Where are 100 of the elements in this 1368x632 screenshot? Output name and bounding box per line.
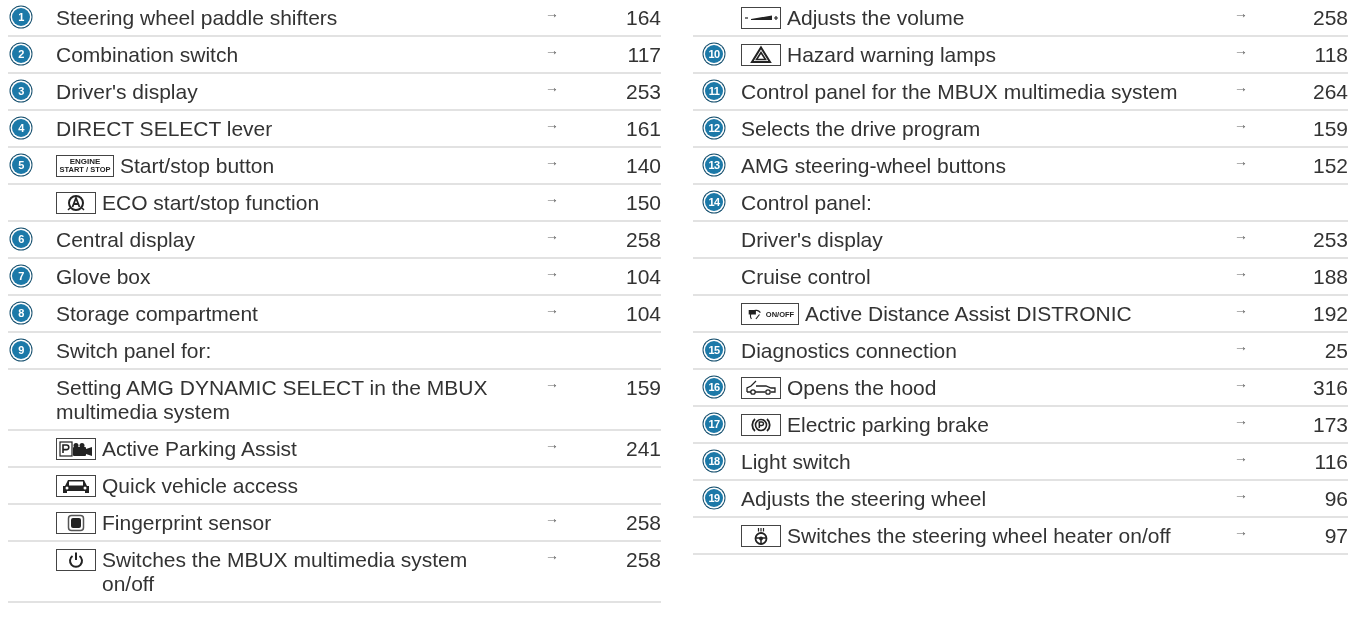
page-reference-arrow: → bbox=[545, 264, 559, 280]
number-badge: 14 bbox=[705, 193, 723, 211]
item-label: Control panel for the MBUX multimedia system bbox=[741, 80, 1178, 104]
item-label: Switches the steering wheel heater on/off bbox=[787, 524, 1171, 548]
page-number: 117 bbox=[627, 43, 661, 66]
number-badge: 4 bbox=[12, 119, 30, 137]
page-number: 150 bbox=[625, 191, 661, 214]
page-number: 188 bbox=[1312, 265, 1348, 288]
item-label: Adjusts the volume bbox=[787, 6, 965, 30]
volume-ramp-icon bbox=[741, 7, 781, 29]
page-reference-arrow: → bbox=[545, 375, 559, 391]
item-label: Setting AMG DYNAMIC SELECT in the MBUX multimedia system bbox=[56, 376, 489, 424]
page-reference-arrow: → bbox=[1234, 486, 1248, 502]
item-label: Control panel: bbox=[741, 191, 872, 215]
page-number: 118 bbox=[1314, 43, 1348, 66]
item-label: Fingerprint sensor bbox=[102, 511, 272, 535]
item-label: Hazard warning lamps bbox=[787, 43, 996, 67]
page-reference-arrow: → bbox=[1234, 264, 1248, 280]
page-reference-arrow: → bbox=[1234, 79, 1248, 95]
page-reference-arrow: → bbox=[545, 436, 559, 452]
page-number: 173 bbox=[1312, 413, 1348, 436]
page-number: 161 bbox=[625, 117, 661, 140]
number-badge: 2 bbox=[12, 45, 30, 63]
page-number: 264 bbox=[1312, 80, 1348, 103]
number-badge: 18 bbox=[705, 452, 723, 470]
number-badge: 8 bbox=[12, 304, 30, 322]
item-label: Light switch bbox=[741, 450, 851, 474]
page-number: 104 bbox=[625, 265, 661, 288]
page-reference-arrow: → bbox=[545, 116, 559, 132]
item-label: Selects the drive program bbox=[741, 117, 981, 141]
page-reference-arrow: → bbox=[1234, 523, 1248, 539]
item-label: Driver's display bbox=[56, 80, 198, 104]
item-label: ECO start/stop function bbox=[102, 191, 320, 215]
item-label: AMG steering-wheel buttons bbox=[741, 154, 1006, 178]
page-number: 159 bbox=[1312, 117, 1348, 140]
page-number: 140 bbox=[625, 154, 661, 177]
item-label: Central display bbox=[56, 228, 195, 252]
page-reference-arrow: → bbox=[545, 227, 559, 243]
page-reference-arrow: → bbox=[545, 547, 559, 563]
number-badge: 10 bbox=[705, 45, 723, 63]
number-badge: 9 bbox=[12, 341, 30, 359]
page-reference-arrow: → bbox=[545, 190, 559, 206]
page-reference-arrow: → bbox=[545, 153, 559, 169]
item-label: Cruise control bbox=[741, 265, 871, 289]
item-label: Driver's display bbox=[741, 228, 883, 252]
number-badge: 11 bbox=[705, 82, 723, 100]
number-badge: 12 bbox=[705, 119, 723, 137]
item-label: Quick vehicle access bbox=[102, 474, 299, 498]
power-icon bbox=[56, 549, 96, 571]
number-badge: 13 bbox=[705, 156, 723, 174]
page-reference-arrow: → bbox=[1234, 375, 1248, 391]
page-number: 253 bbox=[625, 80, 661, 103]
page-reference-arrow: → bbox=[545, 5, 559, 21]
page-number: 258 bbox=[625, 228, 661, 251]
page-reference-arrow: → bbox=[1234, 338, 1248, 354]
page-reference-arrow: → bbox=[545, 79, 559, 95]
page-reference-arrow: → bbox=[545, 42, 559, 58]
page-number: 258 bbox=[625, 548, 661, 571]
item-label: Adjusts the steering wheel bbox=[741, 487, 987, 511]
page-number: 253 bbox=[1312, 228, 1348, 251]
number-badge: 15 bbox=[705, 341, 723, 359]
number-badge: 3 bbox=[12, 82, 30, 100]
page-reference-arrow: → bbox=[1234, 42, 1248, 58]
item-label: Active Distance Assist DISTRONIC bbox=[805, 302, 1132, 326]
item-label: Active Parking Assist bbox=[102, 437, 297, 461]
number-badge: 7 bbox=[12, 267, 30, 285]
page-reference-arrow: → bbox=[1234, 5, 1248, 21]
page-number: 152 bbox=[1312, 154, 1348, 177]
page-reference-arrow: → bbox=[1234, 412, 1248, 428]
number-badge: 17 bbox=[705, 415, 723, 433]
page-number: 25 bbox=[1324, 339, 1348, 362]
steering-wheel-heater-icon bbox=[741, 525, 781, 547]
page-number: 258 bbox=[1312, 6, 1348, 29]
parking-brake-icon bbox=[741, 414, 781, 436]
page-number: 192 bbox=[1312, 302, 1348, 325]
number-badge: 19 bbox=[705, 489, 723, 507]
page-number: 316 bbox=[1312, 376, 1348, 399]
square-sensor-icon bbox=[56, 512, 96, 534]
page-reference-arrow: → bbox=[1234, 227, 1248, 243]
page-reference-arrow: → bbox=[1234, 153, 1248, 169]
item-label: Storage compartment bbox=[56, 302, 258, 326]
eco-a-icon bbox=[56, 192, 96, 214]
number-badge: 6 bbox=[12, 230, 30, 248]
item-label: Combination switch bbox=[56, 43, 239, 67]
number-badge: 16 bbox=[705, 378, 723, 396]
item-label: Switches the MBUX multimedia system on/off bbox=[102, 548, 469, 596]
page-reference-arrow: → bbox=[545, 301, 559, 317]
page-reference-arrow: → bbox=[1234, 449, 1248, 465]
page-reference-arrow: → bbox=[545, 510, 559, 526]
page-reference-arrow: → bbox=[1234, 116, 1248, 132]
page-number: 258 bbox=[625, 511, 661, 534]
item-label: Start/stop button bbox=[120, 154, 275, 178]
number-badge: 1 bbox=[12, 8, 30, 26]
page-number: 159 bbox=[625, 376, 661, 399]
page-number: 96 bbox=[1324, 487, 1348, 510]
car-front-icon bbox=[56, 475, 96, 497]
item-label: DIRECT SELECT lever bbox=[56, 117, 273, 141]
page-reference-arrow: → bbox=[1234, 301, 1248, 317]
page-number: 241 bbox=[625, 437, 661, 460]
page-number: 97 bbox=[1324, 524, 1348, 547]
